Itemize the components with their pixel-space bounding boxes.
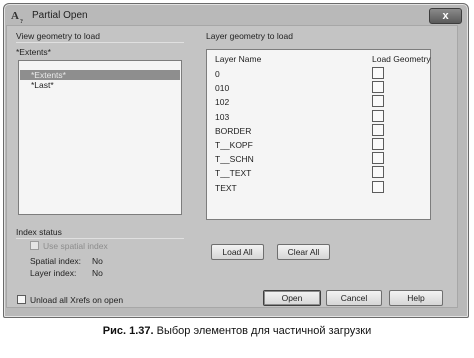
layer-row[interactable]: 102 xyxy=(207,95,430,109)
index-status-label: Index status xyxy=(16,227,62,237)
load-geometry-checkbox[interactable] xyxy=(372,152,384,165)
load-geometry-checkbox[interactable] xyxy=(372,138,384,150)
figure-caption: Рис. 1.37. Выбор элементов для частичной… xyxy=(0,325,474,337)
layer-geometry-label: Layer geometry to load xyxy=(206,31,293,41)
view-geometry-label: View geometry to load xyxy=(16,31,100,41)
layer-row[interactable]: T__SCHN xyxy=(207,152,430,166)
layer-list[interactable]: Layer Name Load Geometry 0 010 102 103 BORDE… xyxy=(206,49,431,220)
view-geometry-separator xyxy=(16,42,184,43)
close-icon: x xyxy=(442,10,449,22)
view-list-item[interactable]: *Extents* xyxy=(20,70,180,80)
use-spatial-index-checkbox[interactable] xyxy=(30,241,39,250)
clear-all-button[interactable]: Clear All xyxy=(277,244,330,260)
unload-xrefs-label: Unload all Xrefs on open xyxy=(30,295,124,305)
layer-row[interactable]: 0 xyxy=(207,67,430,81)
view-list-item[interactable]: *Last* xyxy=(19,80,181,90)
spatial-index-value: No xyxy=(92,256,103,266)
load-geometry-checkbox[interactable] xyxy=(372,123,384,136)
index-status-separator xyxy=(16,238,184,239)
figure-number: Рис. 1.37. xyxy=(102,325,154,337)
layer-index-label: Layer index: xyxy=(30,268,77,278)
layer-name: 010 xyxy=(215,83,230,94)
layer-row[interactable]: T__TEXT xyxy=(207,166,430,180)
figure-caption-text: Выбор элементов для частичной загрузки xyxy=(153,325,372,337)
cancel-button[interactable]: Cancel xyxy=(326,290,382,306)
load-geometry-checkbox[interactable] xyxy=(372,81,384,94)
layer-name: TEXT xyxy=(215,182,237,193)
unload-xrefs-checkbox[interactable] xyxy=(17,295,26,304)
column-header-layer-name[interactable]: Layer Name xyxy=(215,54,261,64)
load-geometry-checkbox[interactable] xyxy=(372,109,384,122)
app-icon-letter: A xyxy=(11,10,19,22)
open-button[interactable]: Open xyxy=(263,290,321,306)
spatial-index-label: Spatial index: xyxy=(30,256,82,266)
autocad-app-icon[interactable]: A? xyxy=(11,9,28,25)
load-geometry-checkbox[interactable] xyxy=(372,67,384,79)
layer-name: 0 xyxy=(215,69,220,79)
layer-name: T__TEXT xyxy=(215,168,252,179)
layer-row[interactable]: 103 xyxy=(207,109,430,124)
close-button[interactable]: x xyxy=(429,8,462,24)
layer-name: BORDER xyxy=(215,125,252,136)
load-geometry-checkbox[interactable] xyxy=(372,180,384,193)
column-header-load-geometry[interactable]: Load Geometry xyxy=(372,54,431,64)
layer-row[interactable]: BORDER xyxy=(207,123,430,138)
layer-name: 102 xyxy=(215,97,230,108)
layer-index-value: No xyxy=(92,268,103,278)
layer-row[interactable]: 010 xyxy=(207,81,430,95)
load-all-button[interactable]: Load All xyxy=(211,244,264,260)
load-geometry-checkbox[interactable] xyxy=(372,166,384,179)
layer-name: 103 xyxy=(215,111,230,122)
layer-row[interactable]: T__KOPF xyxy=(207,138,430,152)
view-list[interactable]: *Extents* *Last* xyxy=(18,60,182,215)
layer-name: T__SCHN xyxy=(215,154,254,165)
use-spatial-index-label: Use spatial index xyxy=(43,241,108,251)
layer-name: T__KOPF xyxy=(215,140,253,150)
layer-row[interactable]: TEXT xyxy=(207,180,430,195)
dialog-title: Partial Open xyxy=(32,10,88,21)
help-button[interactable]: Help xyxy=(389,290,443,306)
load-geometry-checkbox[interactable] xyxy=(372,95,384,108)
current-view-name: *Extents* xyxy=(16,47,51,57)
